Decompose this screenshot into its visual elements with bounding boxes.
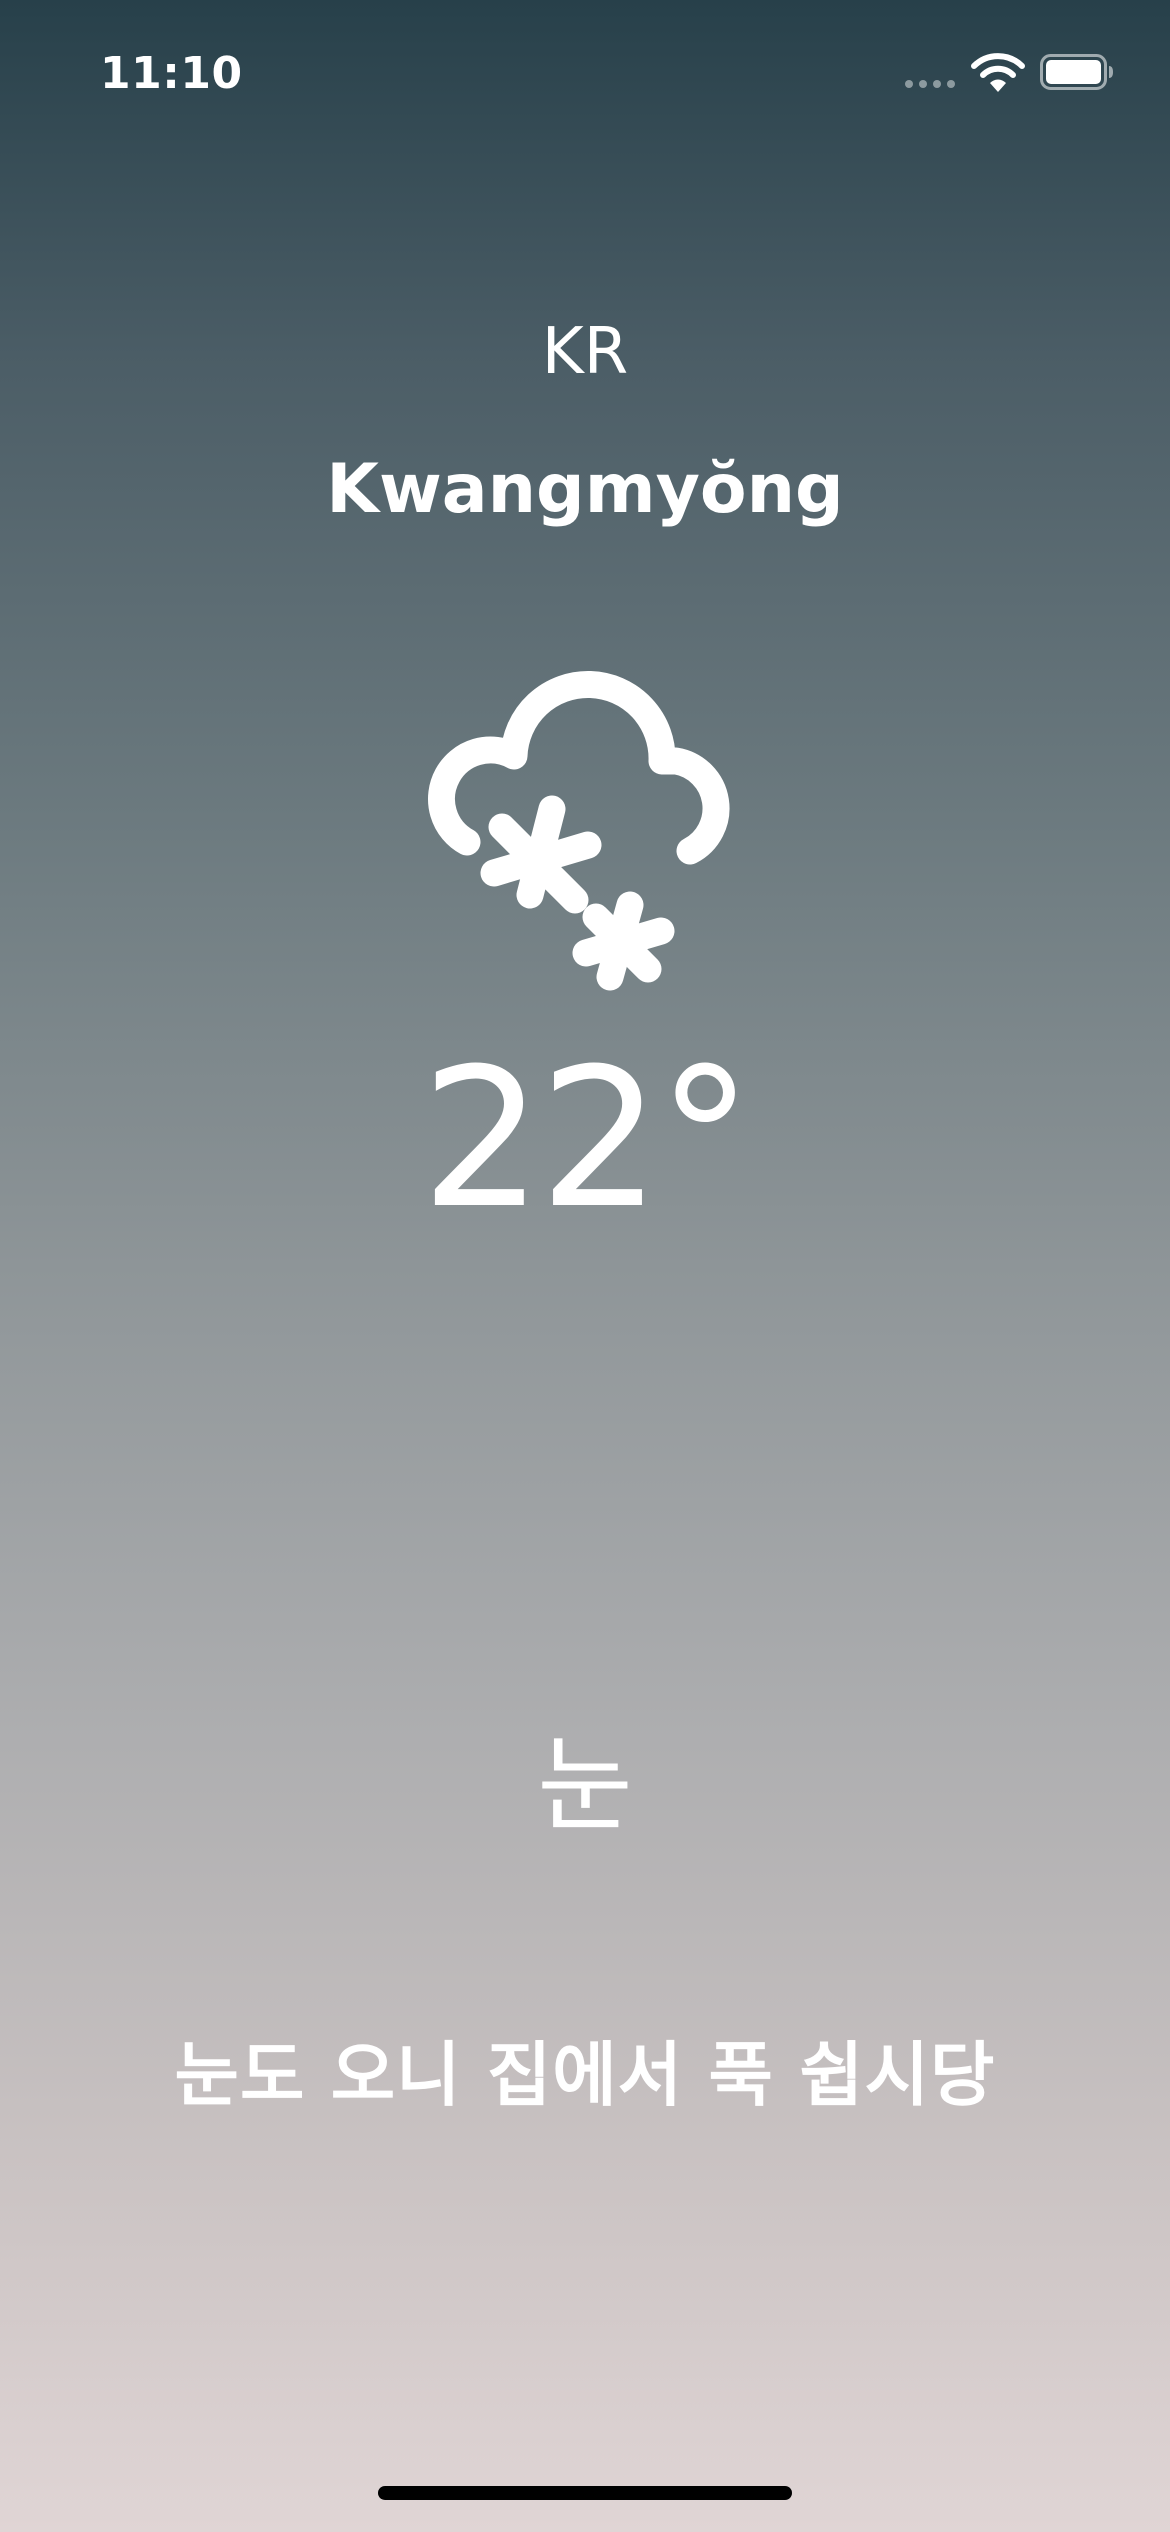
- weather-screen: 11:10 KR Kwangmyŏng 22° 눈 눈도 오니 집에서 푹 쉽시…: [0, 0, 1170, 2532]
- battery-icon: [1040, 54, 1113, 90]
- snow-cloud-icon: [428, 670, 730, 991]
- wifi-icon: [971, 53, 1025, 92]
- status-bar: 11:10: [0, 0, 1170, 150]
- weather-message: 눈도 오니 집에서 푹 쉽시당: [174, 2034, 996, 2116]
- temperature: 22°: [420, 1028, 753, 1251]
- signal-dots-icon: [905, 80, 955, 88]
- country-code: KR: [541, 315, 629, 389]
- weather-condition: 눈: [537, 1724, 633, 1846]
- city-name: Kwangmyŏng: [326, 450, 844, 529]
- home-indicator[interactable]: [378, 2486, 792, 2500]
- status-time: 11:10: [100, 48, 243, 99]
